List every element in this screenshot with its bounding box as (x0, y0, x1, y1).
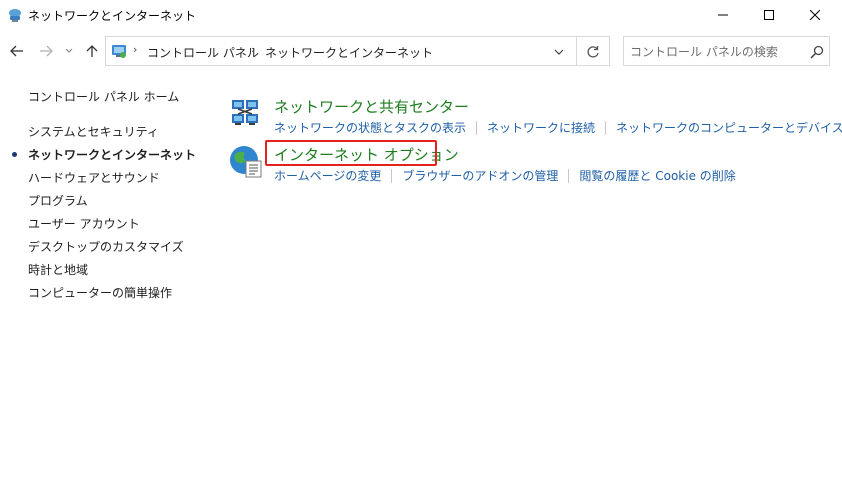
up-arrow-icon (86, 45, 98, 57)
link-manage-addons[interactable]: ブラウザーのアドオンの管理 (402, 167, 558, 184)
refresh-button[interactable] (584, 43, 602, 61)
forward-button[interactable] (36, 40, 56, 62)
sidebar-item-desktop-customization[interactable]: デスクトップのカスタマイズ (28, 238, 184, 255)
sidebar-item-system-security[interactable]: システムとセキュリティ (28, 123, 159, 140)
internet-options-icon (228, 144, 264, 180)
highlight-box (265, 140, 437, 166)
network-sharing-center-links: ネットワークの状態とタスクの表示 ネットワークに接続 ネットワークのコンピュータ… (274, 119, 842, 136)
breadcrumb-network-and-internet[interactable]: ネットワークとインターネット (265, 44, 433, 61)
control-panel-icon (111, 43, 127, 59)
back-button[interactable] (7, 40, 27, 62)
link-separator (391, 168, 393, 183)
refresh-icon (587, 46, 599, 58)
link-change-homepage[interactable]: ホームページの変更 (274, 167, 381, 184)
network-sharing-center-title[interactable]: ネットワークと共有センター (274, 96, 469, 117)
breadcrumb-control-panel[interactable]: コントロール パネル (147, 44, 259, 61)
search-box (623, 36, 830, 66)
title-bar: ネットワークとインターネット (0, 0, 842, 30)
sidebar-home-link[interactable]: コントロール パネル ホーム (28, 88, 179, 105)
close-icon (810, 10, 820, 20)
link-view-network-status[interactable]: ネットワークの状態とタスクの表示 (274, 119, 466, 136)
sidebar-item-hardware-sound[interactable]: ハードウェアとサウンド (28, 169, 160, 186)
breadcrumb-separator: › (251, 43, 256, 56)
chevron-down-icon (65, 48, 73, 53)
back-arrow-icon (10, 45, 23, 57)
sidebar-item-clock-region[interactable]: 時計と地域 (28, 261, 88, 278)
navigation-bar: › コントロール パネル › ネットワークとインターネット (0, 36, 842, 66)
chevron-down-icon (554, 49, 564, 55)
link-separator (568, 168, 570, 183)
minimize-icon (718, 14, 728, 16)
search-icon[interactable] (809, 44, 825, 60)
window-title: ネットワークとインターネット (28, 9, 197, 23)
sidebar-item-user-accounts[interactable]: ユーザー アカウント (28, 215, 140, 232)
sidebar-item-network-internet[interactable]: ネットワークとインターネット (28, 146, 196, 163)
maximize-icon (764, 10, 774, 20)
up-button[interactable] (82, 40, 102, 62)
link-delete-history-cookies[interactable]: 閲覧の履歴と Cookie の削除 (579, 167, 735, 184)
link-separator (476, 120, 478, 135)
minimize-button[interactable] (700, 0, 746, 30)
network-sharing-center-icon (228, 96, 264, 132)
address-dropdown-button[interactable] (551, 44, 567, 60)
link-separator (605, 120, 607, 135)
sidebar-item-programs[interactable]: プログラム (28, 192, 88, 209)
close-button[interactable] (792, 0, 838, 30)
active-item-bullet (12, 152, 17, 157)
link-connect-to-network[interactable]: ネットワークに接続 (487, 119, 595, 136)
address-bar[interactable]: › コントロール パネル › ネットワークとインターネット (105, 36, 610, 66)
internet-options-links: ホームページの変更 ブラウザーのアドオンの管理 閲覧の履歴と Cookie の削… (274, 167, 736, 184)
breadcrumb-separator: › (133, 43, 138, 56)
search-input[interactable] (630, 43, 800, 61)
network-globe-icon (7, 7, 23, 23)
address-divider (576, 37, 577, 65)
sidebar-item-ease-of-access[interactable]: コンピューターの簡単操作 (28, 284, 172, 301)
maximize-button[interactable] (746, 0, 792, 30)
recent-locations-button[interactable] (62, 40, 76, 62)
link-view-network-computers[interactable]: ネットワークのコンピューターとデバイスの表示 (616, 119, 842, 136)
forward-arrow-icon (40, 45, 53, 57)
